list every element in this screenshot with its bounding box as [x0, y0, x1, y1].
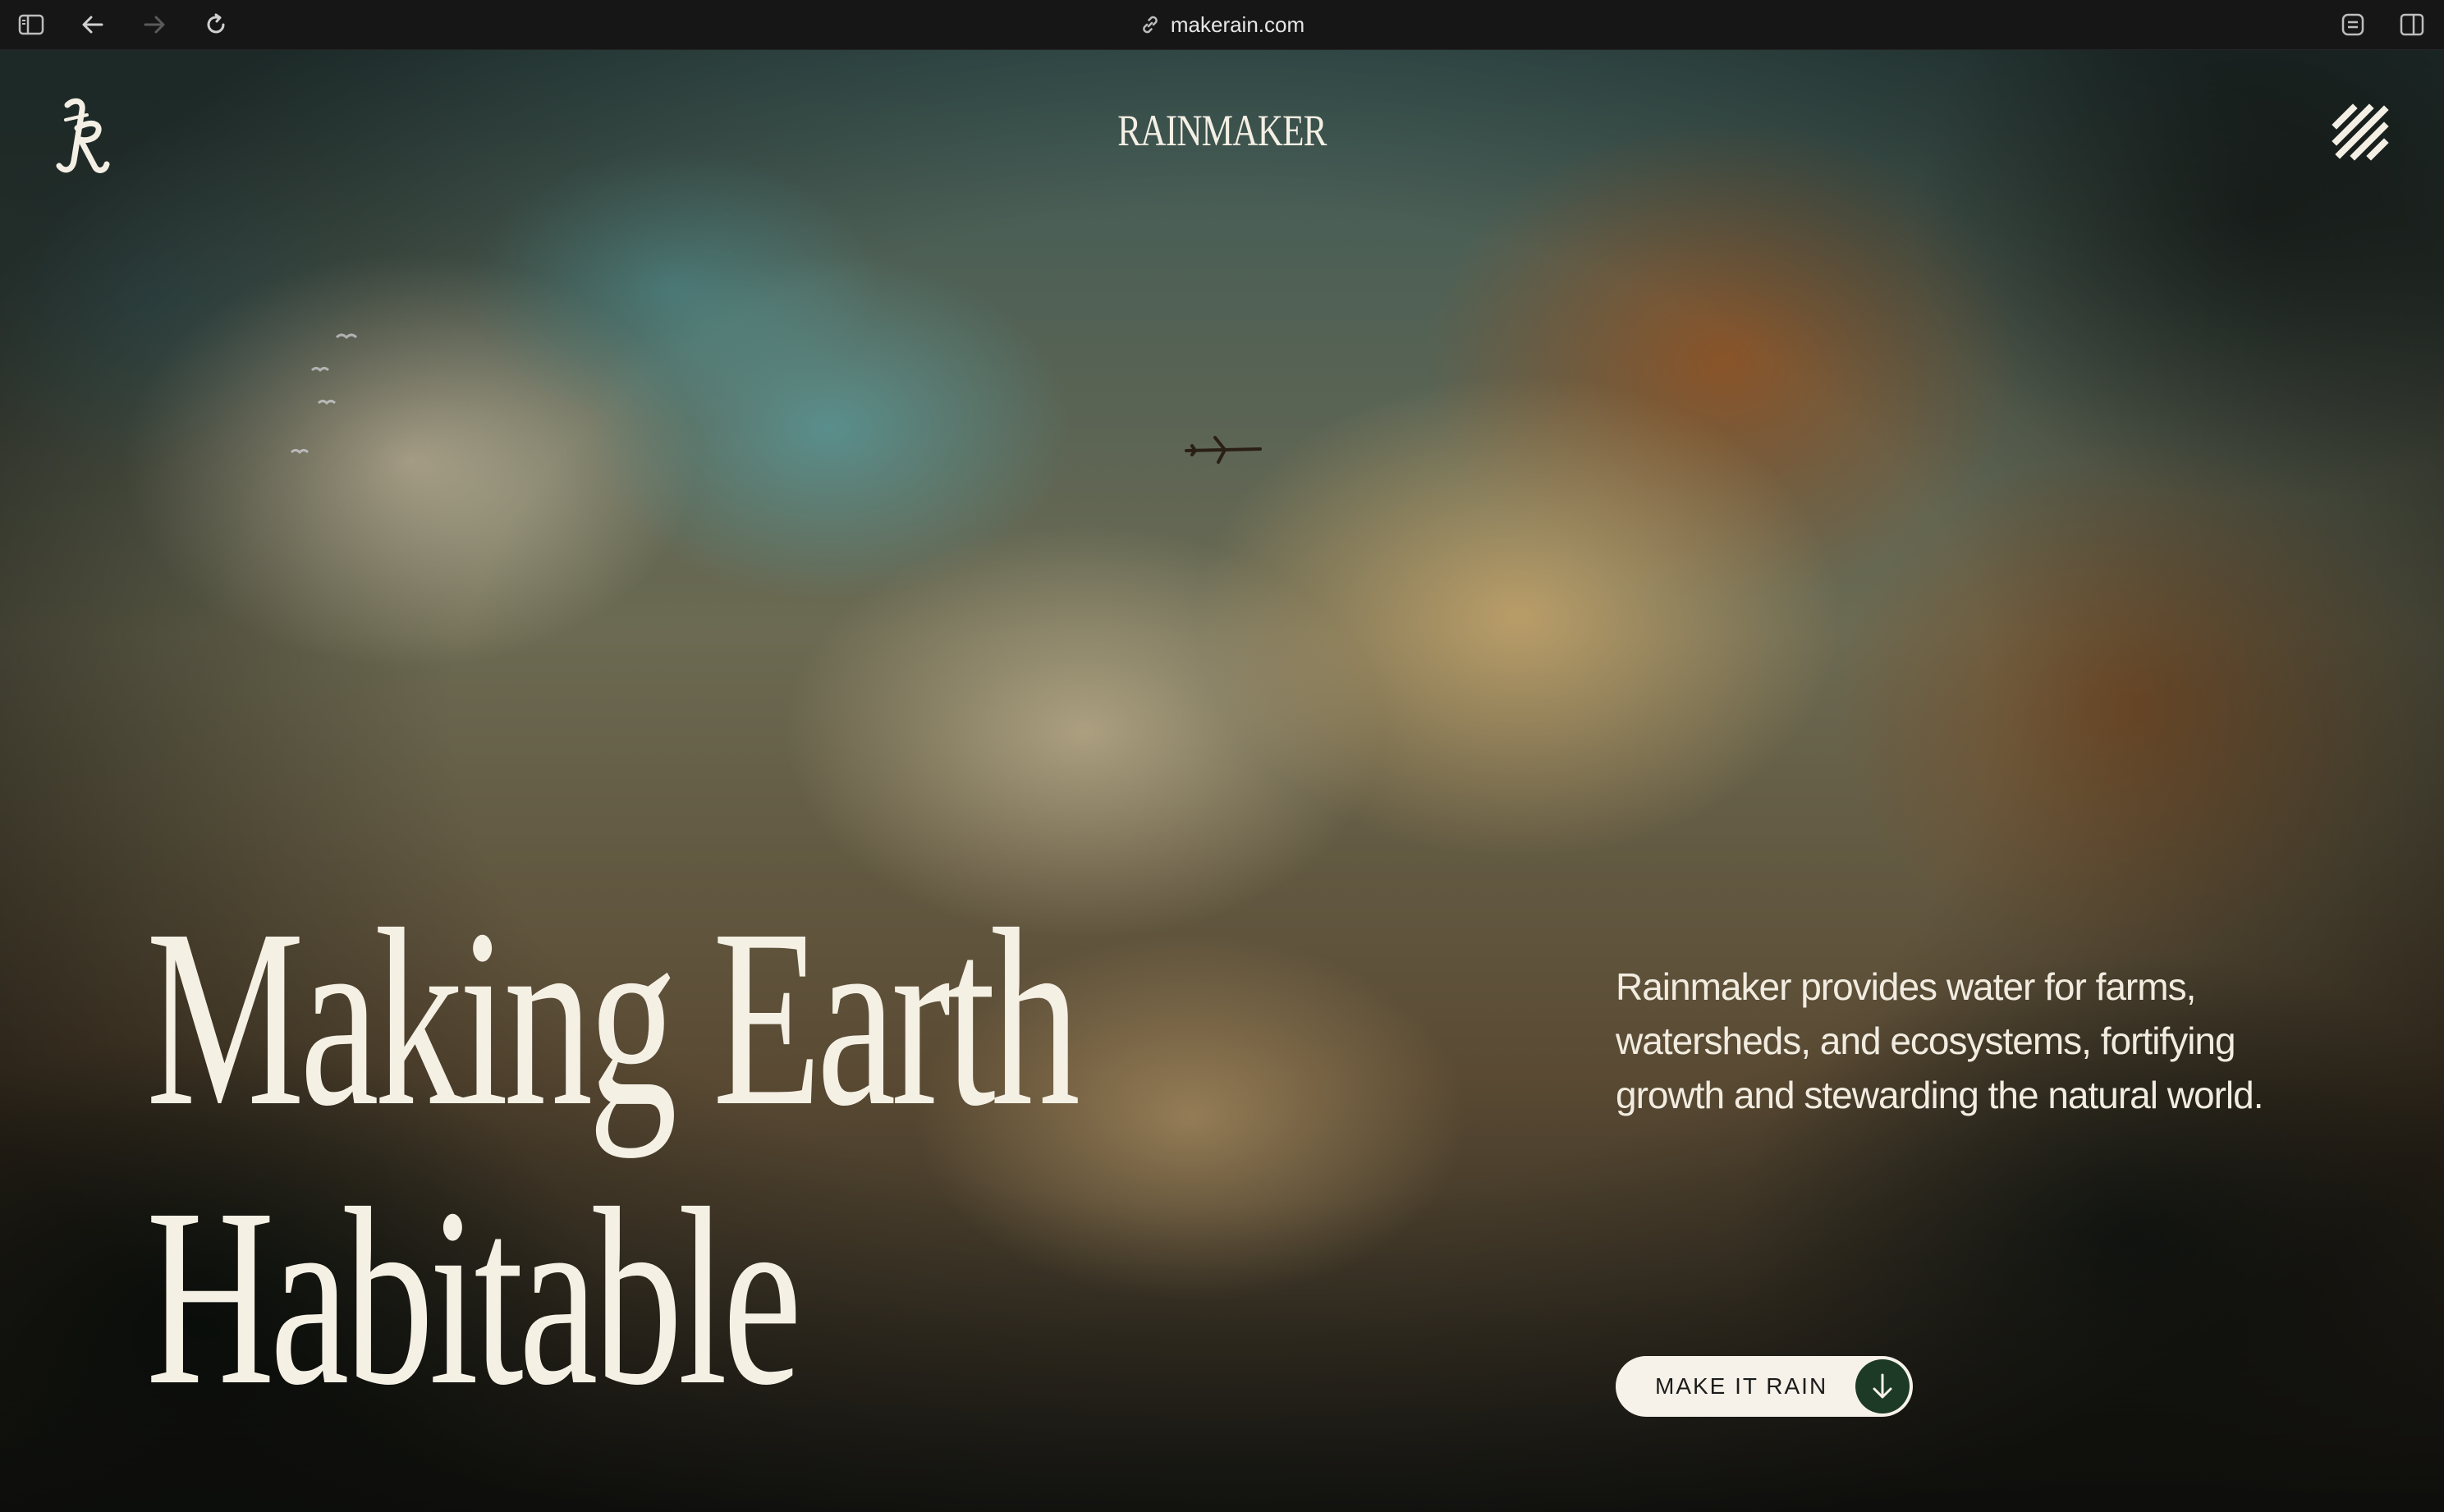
- headline-line-2: Habitable: [146, 1157, 802, 1438]
- extension-icon: [2341, 13, 2364, 36]
- reload-icon: [207, 13, 225, 34]
- url-text: makerain.com: [1170, 11, 1305, 37]
- arrow-down-icon: [1873, 1373, 1892, 1399]
- hero-section: RAINMAKER Making Earth Habitable Rainmak…: [0, 50, 2444, 1512]
- blackletter-r-logo[interactable]: [49, 95, 115, 177]
- forward-button[interactable]: [138, 8, 171, 41]
- sidebar-toggle-button[interactable]: [15, 8, 48, 41]
- browser-toolbar: makerain.com: [0, 0, 2444, 50]
- back-button[interactable]: [76, 8, 109, 41]
- hamburger-slash-icon[interactable]: [2332, 103, 2389, 161]
- brand-wordmark[interactable]: RAINMAKER: [245, 105, 2200, 156]
- hero-tagline: Rainmaker provides water for farms, wate…: [1616, 965, 2263, 1116]
- make-it-rain-button[interactable]: MAKE IT RAIN: [1616, 1356, 1913, 1417]
- link-icon: [1143, 16, 1158, 34]
- cta-arrow-circle: [1855, 1359, 1910, 1413]
- cta-label: MAKE IT RAIN: [1655, 1373, 1828, 1399]
- headline-line-1: Making Earth: [146, 877, 1080, 1159]
- forward-arrow-icon: [144, 16, 165, 34]
- reload-button[interactable]: [199, 8, 232, 41]
- hero-headline: Making Earth Habitable: [146, 877, 1080, 1438]
- address-bar[interactable]: makerain.com: [0, 8, 2444, 41]
- extension-button[interactable]: [2336, 8, 2369, 41]
- split-view-button[interactable]: [2396, 8, 2428, 41]
- sidebar-icon: [18, 14, 44, 35]
- back-arrow-icon: [82, 16, 103, 34]
- split-view-icon: [2400, 13, 2424, 36]
